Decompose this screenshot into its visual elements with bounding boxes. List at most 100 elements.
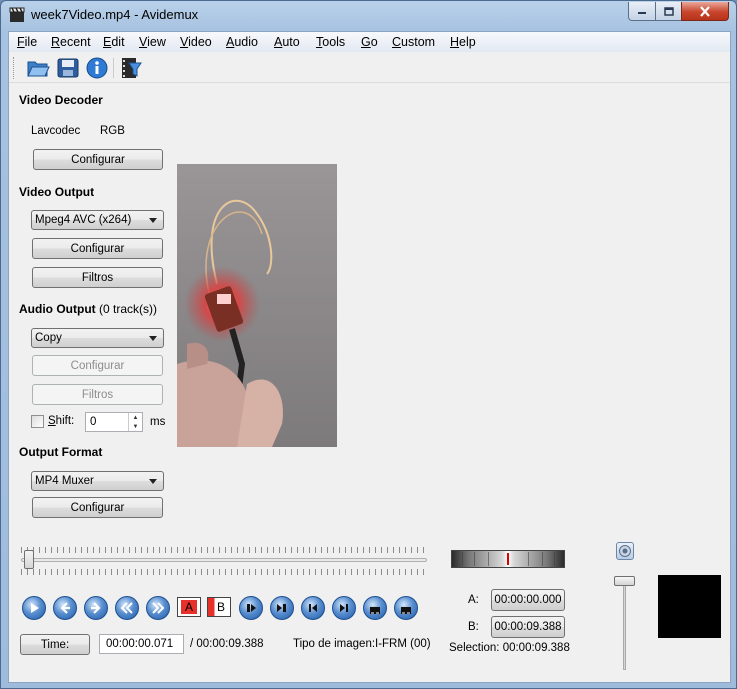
shift-value: 0 <box>90 416 97 428</box>
menu-bar: File Recent Edit View Video Audio Auto T… <box>9 32 730 52</box>
shift-spinbox[interactable]: 0 ▲ ▼ <box>85 412 143 432</box>
go-to-end-button[interactable] <box>332 596 356 620</box>
menu-edit[interactable]: Edit <box>103 35 125 49</box>
jog-center-marker <box>507 553 509 565</box>
spin-up-icon[interactable]: ▲ <box>129 413 142 422</box>
menu-help[interactable]: Help <box>450 35 476 49</box>
menu-video[interactable]: Video <box>180 35 212 49</box>
set-marker-b-button[interactable]: B <box>207 597 231 617</box>
title-bar[interactable]: week7Video.mp4 - Avidemux <box>1 1 736 29</box>
video-frame-image <box>177 164 337 447</box>
menu-auto[interactable]: Auto <box>274 35 300 49</box>
audio-codec-select[interactable]: Copy <box>31 328 164 348</box>
spin-arrows[interactable]: ▲ ▼ <box>128 413 142 431</box>
menu-file[interactable]: File <box>17 35 37 49</box>
video-decoder-title: Video Decoder <box>19 93 103 107</box>
video-preview <box>177 164 337 447</box>
skip-end-icon <box>340 604 348 612</box>
jog-tick <box>462 552 463 566</box>
previous-keyframe-button[interactable] <box>115 596 139 620</box>
video-output-configure-button[interactable]: Configurar <box>32 238 163 259</box>
jog-tick <box>528 552 529 566</box>
go-to-marker-a-button[interactable] <box>239 596 263 620</box>
marker-a-caption: A: <box>468 594 479 606</box>
menu-tools[interactable]: Tools <box>316 35 345 49</box>
position-slider-thumb[interactable] <box>24 550 34 569</box>
marker-a-time-button[interactable]: 00:00:00.000 <box>491 589 565 611</box>
jog-shuttle[interactable] <box>451 550 565 568</box>
marker-b-jump-icon <box>277 604 286 612</box>
audio-filters-button[interactable]: Filtros <box>32 384 163 405</box>
video-filters-button[interactable]: Filtros <box>32 267 163 288</box>
skip-start-icon <box>309 604 317 612</box>
audio-output-configure-button[interactable]: Configurar <box>32 355 163 376</box>
next-frame-button[interactable] <box>84 596 108 620</box>
speaker-icon[interactable] <box>616 542 634 560</box>
toolbar-separator <box>113 58 114 78</box>
go-to-marker-b-button[interactable] <box>270 596 294 620</box>
marker-a-label: A <box>180 600 197 614</box>
maximize-button[interactable] <box>655 2 682 21</box>
clapperboard-icon <box>9 7 25 22</box>
muxer-select[interactable]: MP4 Muxer <box>31 471 164 491</box>
close-icon <box>700 5 710 17</box>
frame-type-label: Tipo de imagen: <box>293 638 376 650</box>
set-marker-a-button[interactable]: A <box>177 597 201 617</box>
play-icon <box>31 603 39 613</box>
speaker-glyph-icon <box>619 545 631 557</box>
app-window: week7Video.mp4 - Avidemux File Recent Ed… <box>0 0 737 689</box>
video-output-title: Video Output <box>19 185 95 199</box>
shift-unit: ms <box>150 416 166 428</box>
forward-60-seconds-button[interactable] <box>394 596 418 620</box>
menu-audio[interactable]: Audio <box>226 35 258 49</box>
output-format-title: Output Format <box>19 445 103 459</box>
current-time-input[interactable]: 00:00:00.071 <box>99 634 184 654</box>
jog-tick <box>542 552 543 566</box>
volume-slider-track[interactable] <box>623 578 626 670</box>
slider-ticks-bottom <box>21 569 427 575</box>
shift-label: Shift: <box>48 415 75 427</box>
arrow-left-icon <box>60 602 70 614</box>
minimize-button[interactable] <box>628 2 656 21</box>
marker-b-time-button[interactable]: 00:00:09.388 <box>491 616 565 638</box>
volume-slider-thumb[interactable] <box>614 575 635 586</box>
jog-tick <box>554 552 555 566</box>
minimize-icon <box>638 12 646 14</box>
jog-tick <box>488 552 489 566</box>
save-disk-icon[interactable] <box>56 57 80 79</box>
back-60-seconds-button[interactable] <box>363 596 387 620</box>
decoder-name: Lavcodec <box>31 125 81 137</box>
rewind-60-icon <box>370 607 380 614</box>
frame-type-value: I-FRM (00) <box>375 638 431 650</box>
time-button[interactable]: Time: <box>20 634 90 655</box>
spin-down-icon[interactable]: ▼ <box>129 422 142 431</box>
menu-recent[interactable]: Recent <box>51 35 91 49</box>
output-format-configure-button[interactable]: Configurar <box>32 497 163 518</box>
menu-custom[interactable]: Custom <box>392 35 435 49</box>
double-arrow-right-icon <box>152 602 165 614</box>
shift-checkbox[interactable] <box>31 415 44 428</box>
forward-60-icon <box>401 607 411 614</box>
open-folder-icon[interactable] <box>26 57 50 79</box>
jog-tick <box>474 552 475 566</box>
maximize-icon <box>663 6 674 16</box>
menu-view[interactable]: View <box>139 35 166 49</box>
output-preview-thumbnail <box>658 575 721 638</box>
menu-go[interactable]: Go <box>361 35 378 49</box>
main-client-area: File Recent Edit View Video Audio Auto T… <box>8 31 731 683</box>
video-decoder-configure-button[interactable]: Configurar <box>33 149 163 170</box>
slider-ticks-top <box>21 547 427 553</box>
toolbar-grip[interactable] <box>13 57 16 79</box>
close-button[interactable] <box>681 2 729 21</box>
audio-output-title-text: Audio Output <box>19 302 96 316</box>
chevron-down-icon <box>149 218 157 223</box>
film-filter-icon[interactable] <box>119 57 143 79</box>
play-button[interactable] <box>22 596 46 620</box>
next-keyframe-button[interactable] <box>146 596 170 620</box>
video-codec-select[interactable]: Mpeg4 AVC (x264) <box>31 210 164 230</box>
go-to-start-button[interactable] <box>301 596 325 620</box>
info-icon[interactable] <box>85 57 109 79</box>
marker-a-jump-icon <box>247 604 256 612</box>
position-slider-track[interactable] <box>21 558 427 562</box>
previous-frame-button[interactable] <box>53 596 77 620</box>
